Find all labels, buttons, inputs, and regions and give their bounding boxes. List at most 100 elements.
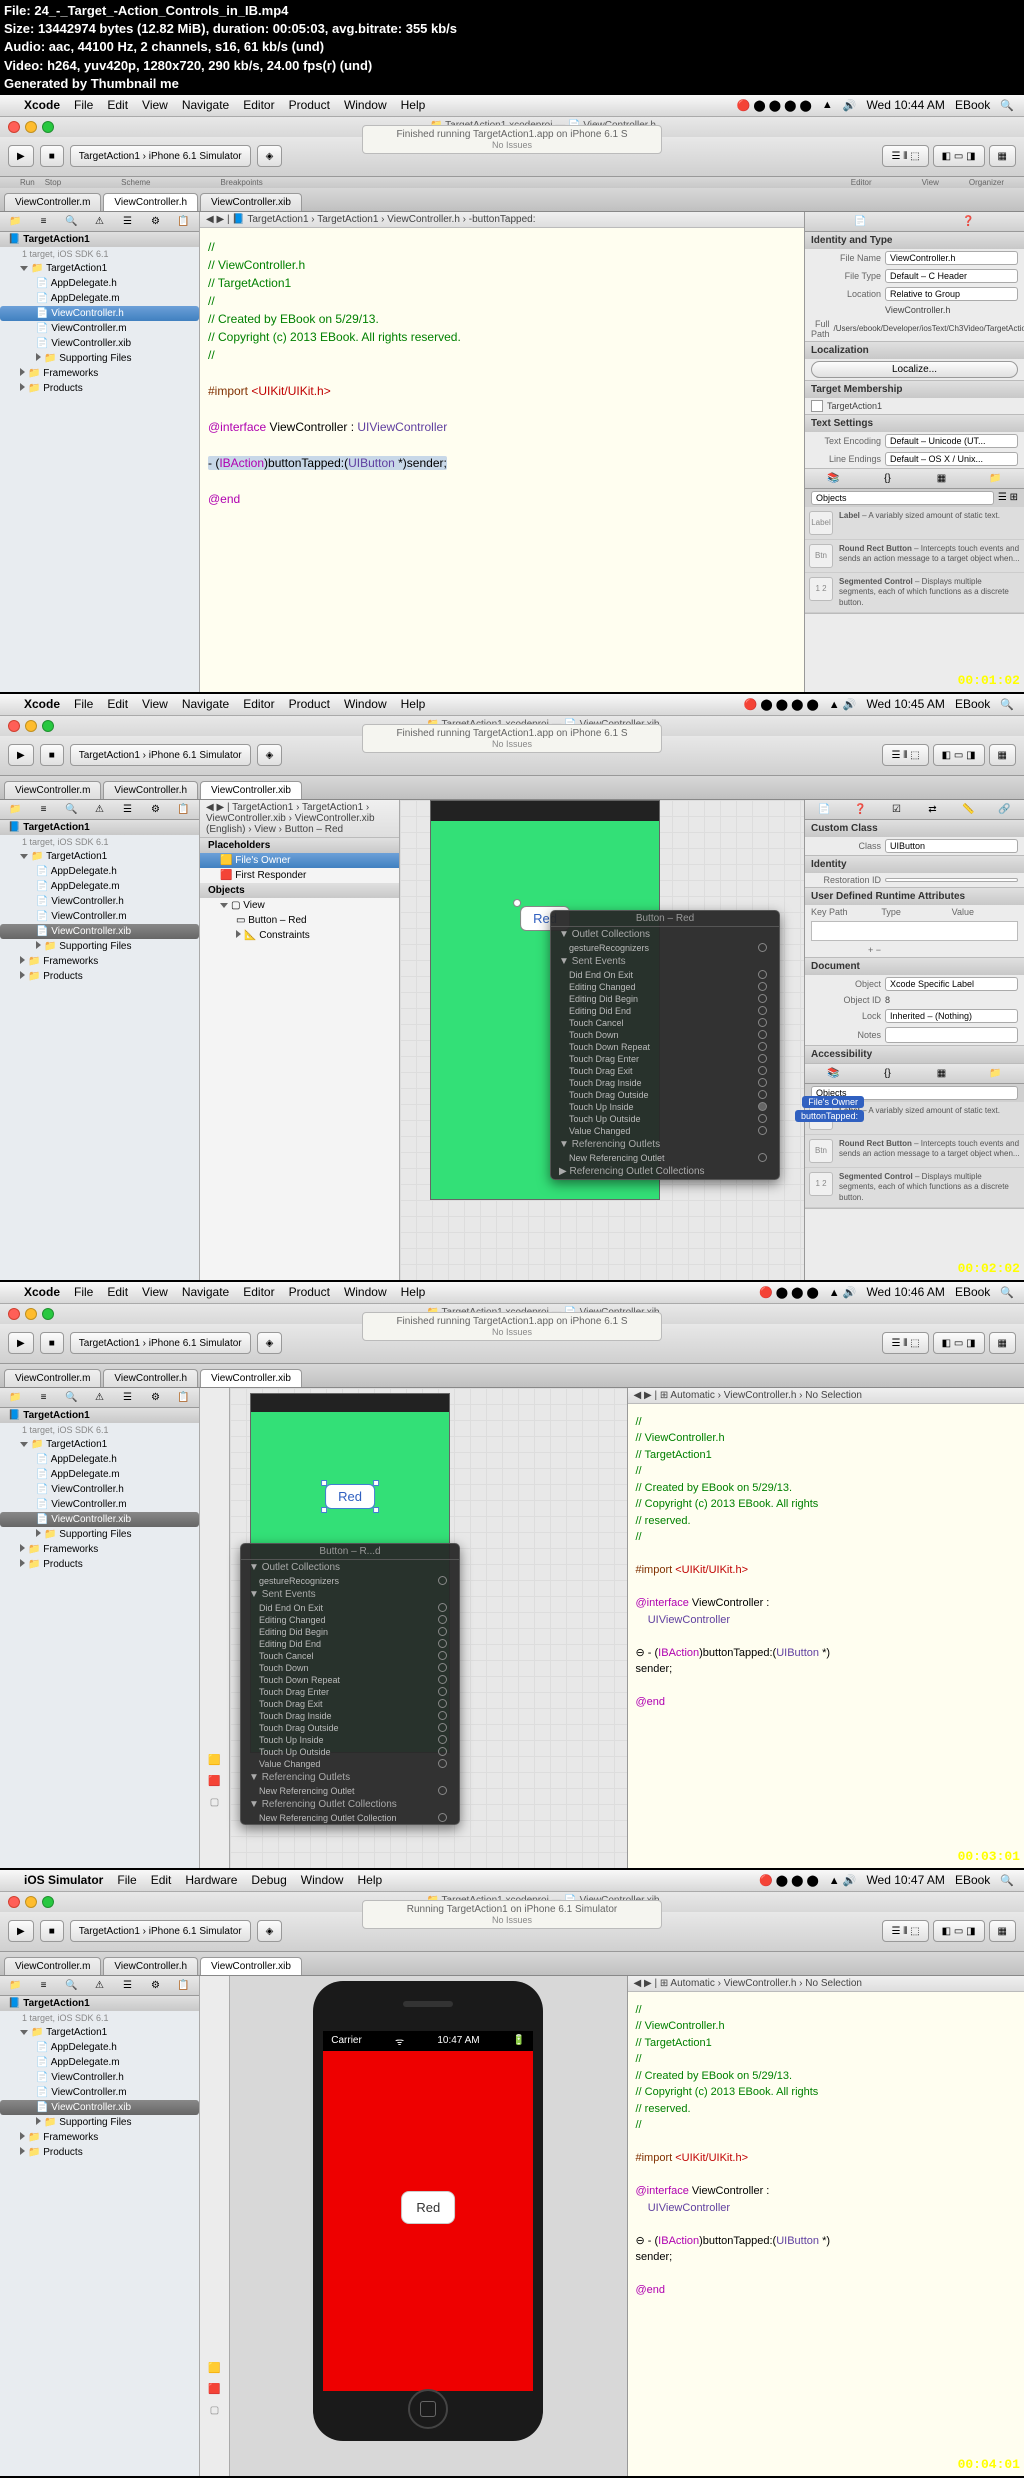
close-button[interactable] [8, 121, 20, 133]
zoom-button[interactable] [42, 121, 54, 133]
home-button[interactable] [408, 2389, 448, 2429]
first-responder[interactable]: 🟥 First Responder [200, 868, 399, 883]
outline-view[interactable]: ▢ View [200, 898, 399, 913]
lineending-select[interactable]: Default – OS X / Unix... [885, 452, 1018, 466]
scheme-selector[interactable]: TargetAction1 › iPhone 6.1 Simulator [70, 145, 251, 167]
assistant-editor[interactable]: // // ViewController.h // TargetAction1 … [628, 1404, 1024, 1868]
library-selector[interactable]: 📚{}▦📁 [805, 469, 1024, 489]
outline-button[interactable]: ▭ Button – Red [200, 913, 399, 928]
ib-canvas[interactable]: Red Button – Red ▼ Outlet Collections ge… [400, 800, 804, 1280]
clock[interactable]: Wed 10:44 AM [866, 98, 945, 112]
inspector-selector[interactable]: 📄❓ [805, 212, 1024, 232]
simulator-screen[interactable]: Carrier ᯤ10:47 AM🔋 Red [323, 2031, 533, 2391]
library-item[interactable]: BtnRound Rect Button – Intercepts touch … [805, 540, 1024, 573]
canvas-button-selected[interactable]: Red [325, 1484, 375, 1509]
menu-navigate[interactable]: Navigate [182, 98, 229, 112]
tab-m[interactable]: ViewController.m [4, 193, 101, 211]
breakpoints-button[interactable]: ◈ [257, 145, 283, 167]
screenshot-1: Xcode File Edit View Navigate Editor Pro… [0, 95, 1024, 692]
encoding-select[interactable]: Default – Unicode (UT... [885, 434, 1018, 448]
dock-icon[interactable]: ▢ [210, 1797, 219, 1808]
nav-target-info: 1 target, iOS SDK 6.1 [0, 247, 199, 261]
library-filter[interactable]: Objects [811, 491, 994, 505]
restoration-field[interactable] [885, 878, 1018, 882]
ib-outline: ◀ ▶ | TargetAction1 › TargetAction1 › Vi… [200, 800, 400, 1280]
volume-icon[interactable]: 🔊 [843, 99, 857, 112]
navigator-selector[interactable]: 📁≡🔍⚠☰⚙📋 [0, 212, 199, 232]
dock-icon[interactable]: 🟨 [208, 1755, 220, 1766]
source-editor[interactable]: // // ViewController.h // TargetAction1 … [200, 228, 804, 692]
menu-help[interactable]: Help [401, 98, 426, 112]
target-checkbox[interactable] [811, 400, 823, 412]
filetype-select[interactable]: Default – C Header [885, 269, 1018, 283]
nav-file[interactable]: 📄 ViewController.m [0, 321, 199, 336]
outline-constraints[interactable]: 📐 Constraints [200, 928, 399, 943]
identity-section[interactable]: Identity and Type [805, 232, 1024, 249]
timestamp: 00:01:02 [958, 673, 1020, 688]
run-button[interactable]: ▶ [8, 1332, 34, 1354]
jump-bar[interactable]: ◀ ▶ | TargetAction1 › TargetAction1 › Vi… [200, 800, 399, 838]
jump-bar[interactable]: ◀ ▶ | 📘 TargetAction1 › TargetAction1 › … [200, 212, 804, 228]
connections-hud[interactable]: Button – R...d ▼ Outlet Collections gest… [240, 1543, 460, 1825]
stop-button[interactable]: ■ [40, 744, 64, 766]
status-icon[interactable]: 🔴 ⬤ ⬤ ⬤ ⬤ [737, 99, 812, 112]
window-controls [0, 117, 62, 137]
user-name[interactable]: EBook [955, 98, 990, 112]
location-select[interactable]: Relative to Group [885, 287, 1018, 301]
tab-xib[interactable]: ViewController.xib [200, 193, 302, 211]
screenshot-3: Xcode FileEditViewNavigateEditorProductW… [0, 1282, 1024, 1868]
menu-window[interactable]: Window [344, 98, 387, 112]
utilities-panel: 📄❓☑⇄📏🔗 Custom Class ClassUIButton Identi… [804, 800, 1024, 1280]
toolbar: ▶ ■ TargetAction1 › iPhone 6.1 Simulator… [0, 137, 1024, 177]
menu-editor[interactable]: Editor [243, 98, 274, 112]
assistant-jump-bar[interactable]: ◀ ▶ | ⊞ Automatic › ViewController.h › N… [628, 1976, 1024, 1992]
nav-folder-products[interactable]: 📁 Products [0, 381, 199, 396]
library-item[interactable]: LabelLabel – A variably sized amount of … [805, 507, 1024, 540]
screenshot-2: Xcode FileEditViewNavigateEditorProductW… [0, 694, 1024, 1280]
wifi-icon[interactable]: ▲ [822, 99, 833, 111]
size-line: Size: 13442974 bytes (12.82 MiB), durati… [4, 20, 1020, 38]
nav-project[interactable]: 📘 TargetAction1 [0, 232, 199, 247]
filename-field[interactable]: ViewController.h [885, 251, 1018, 265]
assistant-jump-bar[interactable]: ◀ ▶ | ⊞ Automatic › ViewController.h › N… [628, 1388, 1024, 1404]
nav-file-selected[interactable]: 📄 ViewController.h [0, 306, 199, 321]
run-button[interactable]: ▶ [8, 1920, 34, 1942]
ib-canvas[interactable]: Red Button – R...d ▼ Outlet Collections … [230, 1388, 627, 1868]
spotlight-icon[interactable]: 🔍 [1000, 99, 1014, 112]
menu-file[interactable]: File [74, 98, 93, 112]
menu-xcode[interactable]: Xcode [24, 98, 60, 112]
localize-button[interactable]: Localize... [811, 361, 1018, 378]
menu-view[interactable]: View [142, 98, 168, 112]
stop-button[interactable]: ■ [40, 145, 64, 167]
menubar: Xcode File Edit View Navigate Editor Pro… [0, 95, 1024, 117]
nav-file[interactable]: 📄 AppDelegate.m [0, 291, 199, 306]
project-navigator: 📁≡🔍⚠☰⚙📋 📘 TargetAction1 1 target, iOS SD… [0, 800, 200, 1280]
nav-folder-support[interactable]: 📁 Supporting Files [0, 351, 199, 366]
nav-folder-frameworks[interactable]: 📁 Frameworks [0, 366, 199, 381]
dock-icon[interactable]: 🟥 [208, 1776, 220, 1787]
library-item[interactable]: 1 2Segmented Control – Displays multiple… [805, 573, 1024, 613]
files-owner[interactable]: 🟨 File's Owner [200, 853, 399, 868]
run-button[interactable]: ▶ [8, 145, 34, 167]
simulator-red-button[interactable]: Red [401, 2191, 455, 2224]
tab-h[interactable]: ViewController.h [103, 193, 198, 211]
tab-bar: ViewController.m ViewController.h ViewCo… [0, 188, 1024, 212]
project-navigator: 📁≡🔍⚠☰⚙📋 📘 TargetAction1 1 target, iOS SD… [0, 212, 200, 692]
menu-edit[interactable]: Edit [107, 98, 128, 112]
nav-folder[interactable]: 📁 TargetAction1 [0, 261, 199, 276]
class-field[interactable]: UIButton [885, 839, 1018, 853]
view-segment[interactable]: ◧ ▭ ◨ [933, 145, 985, 167]
connections-hud[interactable]: Button – Red ▼ Outlet Collections gestur… [550, 910, 780, 1180]
editor-segment[interactable]: ☰ ⫴ ⬚ [882, 145, 928, 167]
menu-product[interactable]: Product [289, 98, 330, 112]
audio-line: Audio: aac, 44100 Hz, 2 channels, s16, 6… [4, 38, 1020, 56]
organizer-button[interactable]: ▦ [989, 145, 1016, 167]
assistant-editor[interactable]: // // ViewController.h // TargetAction1 … [628, 1992, 1024, 2476]
nav-file[interactable]: 📄 AppDelegate.h [0, 276, 199, 291]
activity-viewer: Finished running TargetAction1.app on iP… [362, 125, 662, 154]
video-line: Video: h264, yuv420p, 1280x720, 290 kb/s… [4, 57, 1020, 75]
nav-file[interactable]: 📄 ViewController.xib [0, 336, 199, 351]
run-button[interactable]: ▶ [8, 744, 34, 766]
minimize-button[interactable] [25, 121, 37, 133]
stop-button[interactable]: ■ [40, 1920, 64, 1942]
